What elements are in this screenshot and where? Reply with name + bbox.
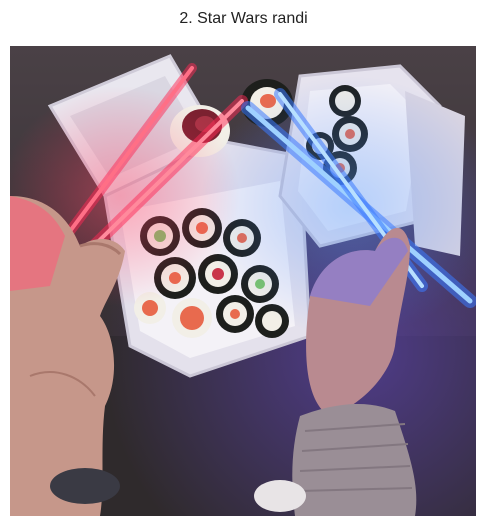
- photo-illustration: [10, 46, 476, 516]
- sweater-sleeve: [292, 404, 417, 516]
- shoe: [254, 480, 306, 512]
- photo-light-chopsticks-sushi: [10, 46, 476, 516]
- shoe-left: [50, 468, 120, 504]
- image-caption: 2. Star Wars randi: [179, 10, 308, 27]
